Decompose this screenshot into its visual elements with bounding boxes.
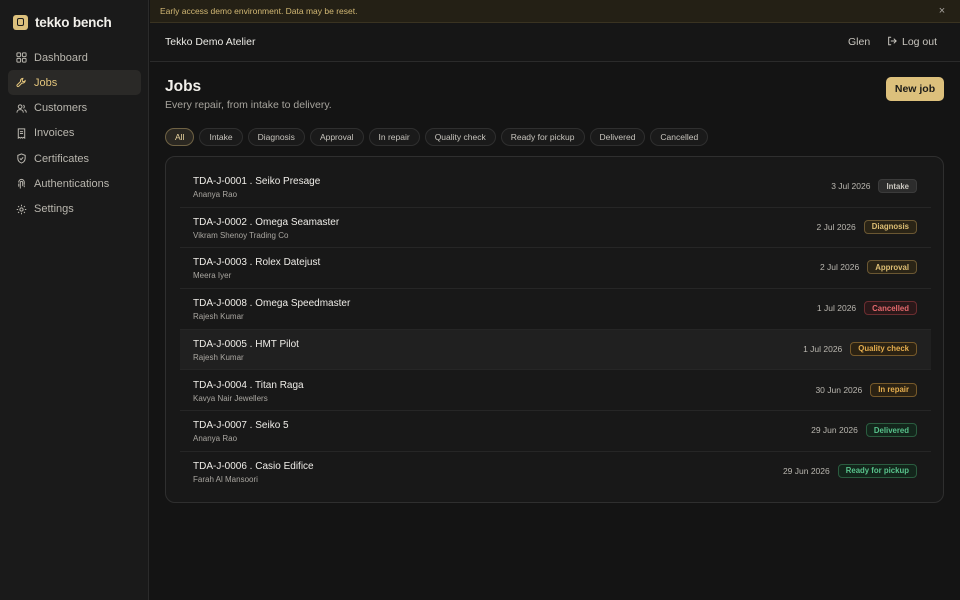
filter-ready-for-pickup[interactable]: Ready for pickup [500, 128, 585, 146]
status-badge: Diagnosis [863, 219, 917, 234]
status-badge: Quality check [850, 341, 917, 356]
job-title: TDA-J-0003 . Rolex Datejust [193, 257, 321, 269]
sidebar: tekko bench Dashboard Jobs Customers Inv… [0, 0, 149, 600]
job-date: 3 Jul 2026 [831, 181, 871, 191]
filter-all[interactable]: All [165, 128, 195, 146]
status-badge: Intake [878, 179, 917, 193]
sidebar-item-label: Invoices [34, 127, 75, 140]
job-date: 30 Jun 2026 [815, 384, 863, 395]
filter-cancelled[interactable]: Cancelled [650, 128, 709, 146]
sidebar-item-invoices[interactable]: Invoices [8, 121, 141, 146]
job-customer: Vikram Shenoy Trading Co [193, 230, 289, 240]
list-item[interactable]: TDA-J-0005 . HMT Pilot Rajesh Kumar 1 Ju… [180, 329, 931, 371]
job-title: TDA-J-0005 . HMT Pilot [193, 338, 299, 350]
filter-diagnosis[interactable]: Diagnosis [247, 128, 305, 146]
logout-button[interactable]: Log out [887, 34, 937, 50]
list-item[interactable]: TDA-J-0004 . Titan Raga Kavya Nair Jewel… [180, 371, 931, 412]
job-title: TDA-J-0001 . Seiko Presage [193, 176, 321, 187]
job-title: TDA-J-0002 . Omega Seamaster [193, 216, 340, 228]
sidebar-item-label: Customers [34, 102, 88, 115]
job-date: 2 Jul 2026 [816, 221, 856, 232]
filter-quality-check[interactable]: Quality check [424, 128, 496, 146]
sidebar-item-dashboard[interactable]: Dashboard [8, 45, 141, 70]
receipt-icon [16, 128, 27, 139]
job-customer: Ananya Rao [193, 434, 238, 444]
list-item[interactable]: TDA-J-0001 . Seiko Presage Ananya Rao 3 … [180, 167, 931, 208]
job-customer: Rajesh Kumar [193, 352, 244, 362]
wrench-icon [16, 77, 27, 88]
user-menu[interactable]: Glen [848, 36, 870, 48]
status-badge: Ready for pickup [837, 463, 917, 478]
brand[interactable]: tekko bench [13, 13, 112, 31]
sidebar-item-certificates[interactable]: Certificates [8, 146, 141, 171]
list-item[interactable]: TDA-J-0002 . Omega Seamaster Vikram Shen… [180, 208, 931, 249]
job-customer: Rajesh Kumar [193, 312, 244, 322]
sidebar-item-customers[interactable]: Customers [8, 96, 141, 121]
job-title: TDA-J-0004 . Titan Raga [193, 379, 304, 391]
status-badge: Cancelled [864, 301, 917, 316]
sidebar-item-label: Certificates [34, 152, 90, 165]
list-item[interactable]: TDA-J-0006 . Casio Edifice Farah Al Mans… [180, 452, 931, 493]
job-customer: Farah Al Mansoori [193, 474, 258, 484]
filter-in-repair[interactable]: In repair [368, 128, 420, 146]
status-badge: Approval [867, 260, 917, 275]
sidebar-item-authentications[interactable]: Authentications [8, 171, 141, 196]
job-customer: Ananya Rao [193, 190, 238, 199]
filter-approval[interactable]: Approval [309, 128, 364, 146]
job-title: TDA-J-0006 . Casio Edifice [193, 460, 314, 472]
job-customer: Kavya Nair Jewellers [193, 393, 268, 403]
watch-logo-icon [13, 14, 28, 30]
banner-text: Early access demo environment. Data may … [160, 6, 358, 16]
job-date: 2 Jul 2026 [819, 262, 860, 273]
sidebar-item-label: Dashboard [34, 51, 88, 64]
sidebar-item-label: Jobs [34, 76, 58, 89]
filter-delivered[interactable]: Delivered [589, 128, 646, 146]
page-title: Jobs [165, 78, 202, 95]
job-date: 1 Jul 2026 [803, 343, 843, 354]
job-date: 29 Jun 2026 [782, 465, 830, 476]
logout-label: Log out [902, 36, 938, 48]
sidebar-item-jobs[interactable]: Jobs [8, 70, 141, 96]
status-badge: Delivered [865, 423, 917, 438]
job-title: TDA-J-0008 . Omega Speedmaster [193, 298, 351, 310]
grid-icon [16, 52, 27, 63]
demo-banner: Early access demo environment. Data may … [150, 0, 960, 23]
status-filters: All Intake Diagnosis Approval In repair … [165, 128, 709, 146]
top-header: Tekko Demo Atelier Glen Log out [150, 23, 960, 62]
sidebar-nav: Dashboard Jobs Customers Invoices Certif… [8, 45, 141, 222]
status-badge: In repair [870, 382, 917, 397]
filter-intake[interactable]: Intake [199, 128, 243, 146]
org-name: Tekko Demo Atelier [165, 36, 256, 48]
fingerprint-icon [16, 178, 27, 190]
close-icon[interactable]: × [936, 5, 948, 17]
gear-icon [16, 204, 27, 215]
list-item[interactable]: TDA-J-0007 . Seiko 5 Ananya Rao 29 Jun 2… [180, 411, 931, 452]
list-item[interactable]: TDA-J-0008 . Omega Speedmaster Rajesh Ku… [180, 289, 931, 330]
job-date: 29 Jun 2026 [811, 425, 858, 436]
users-icon [16, 103, 27, 114]
logout-icon [887, 36, 897, 49]
new-job-button[interactable]: New job [886, 77, 944, 101]
job-title: TDA-J-0007 . Seiko 5 [193, 420, 289, 432]
sidebar-item-label: Authentications [34, 177, 110, 190]
page-subtitle: Every repair, from intake to delivery. [165, 99, 332, 111]
job-date: 1 Jul 2026 [816, 303, 857, 314]
sidebar-item-settings[interactable]: Settings [8, 197, 141, 222]
list-item[interactable]: TDA-J-0003 . Rolex Datejust Meera Iyer 2… [180, 248, 931, 290]
brand-name: tekko bench [35, 14, 112, 30]
job-customer: Meera Iyer [193, 271, 232, 281]
sidebar-item-label: Settings [34, 203, 74, 216]
shield-icon [16, 153, 27, 164]
jobs-list: TDA-J-0001 . Seiko Presage Ananya Rao 3 … [165, 156, 944, 503]
